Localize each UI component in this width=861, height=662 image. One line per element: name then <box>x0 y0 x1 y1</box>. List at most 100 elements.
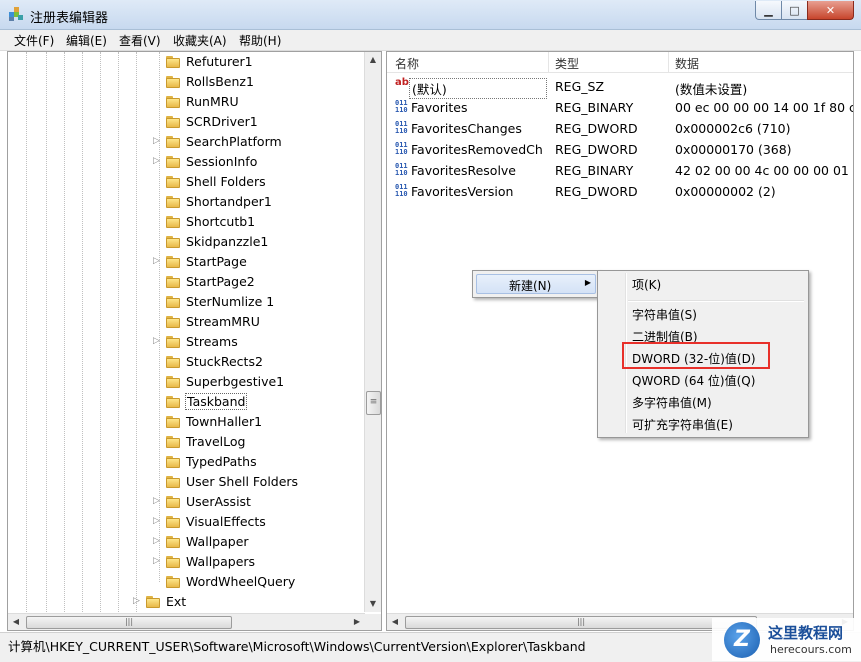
minimize-icon: ▁ <box>764 3 773 17</box>
column-divider[interactable] <box>548 52 549 72</box>
tree-item[interactable]: Refuturer1 <box>8 52 368 72</box>
column-data[interactable]: 数据 <box>675 55 699 72</box>
tree-item-label: SterNumlize 1 <box>186 294 275 309</box>
close-button[interactable]: ✕ <box>807 1 854 20</box>
tree-item-label: Shortcutb1 <box>186 214 256 229</box>
tree-item[interactable]: ▷ SearchPlatform <box>8 132 368 152</box>
menu-help[interactable]: 帮助(H) <box>237 32 283 49</box>
expand-arrow-icon[interactable]: ▷ <box>153 256 163 267</box>
expand-arrow-icon[interactable]: ▷ <box>153 136 163 147</box>
context-menu-new[interactable]: 新建(N) ▶ <box>476 274 596 294</box>
folder-icon <box>166 256 182 268</box>
string-value-icon: ab <box>395 77 409 88</box>
value-row[interactable]: 011 110 FavoritesChanges REG_DWORD 0x000002c… <box>387 118 853 139</box>
registry-editor-icon <box>9 7 23 21</box>
binary-value-icon: 011 110 <box>395 162 408 177</box>
tree-item[interactable]: StreamMRU <box>8 312 368 332</box>
folder-icon <box>166 576 182 588</box>
submenu-item-multi-string-value[interactable]: 多字符串值(M) <box>601 392 805 412</box>
minimize-button[interactable]: ▁ <box>755 1 782 20</box>
tree-item[interactable]: ▷ VisualEffects <box>8 512 368 532</box>
tree-item-label: TypedPaths <box>186 454 257 469</box>
menu-edit[interactable]: 编辑(E) <box>64 32 109 49</box>
submenu-item-string-value[interactable]: 字符串值(S) <box>601 304 805 324</box>
expand-arrow-icon[interactable]: ▷ <box>133 596 143 607</box>
scroll-left-icon[interactable]: ◀ <box>387 614 403 630</box>
menu-file[interactable]: 文件(F) <box>12 32 56 49</box>
column-name[interactable]: 名称 <box>395 55 419 72</box>
tree-item[interactable]: Skidpanzzle1 <box>8 232 368 252</box>
column-divider[interactable] <box>668 52 669 72</box>
submenu-item-expandable-string-value[interactable]: 可扩充字符串值(E) <box>601 414 805 434</box>
tree-item[interactable]: User Shell Folders <box>8 472 368 492</box>
watermark-url: herecours.com <box>770 643 852 656</box>
tree-item[interactable]: ▷ Streams <box>8 332 368 352</box>
folder-icon <box>166 96 182 108</box>
menu-separator <box>628 300 804 302</box>
context-menu: 新建(N) ▶ <box>472 270 600 298</box>
scroll-right-icon[interactable]: ▶ <box>349 614 365 630</box>
expand-arrow-icon[interactable]: ▷ <box>153 516 163 527</box>
tree-item[interactable]: ▷ Ext <box>8 592 368 612</box>
tree-item[interactable]: TypedPaths <box>8 452 368 472</box>
value-type: REG_BINARY <box>555 163 634 178</box>
tree-item[interactable]: TownHaller1 <box>8 412 368 432</box>
value-type: REG_BINARY <box>555 100 634 115</box>
folder-icon <box>166 356 182 368</box>
expand-arrow-icon[interactable]: ▷ <box>153 496 163 507</box>
tree-item[interactable]: Shortcutb1 <box>8 212 368 232</box>
list-hscroll-thumb[interactable]: ||| <box>405 616 757 629</box>
close-icon: ✕ <box>825 3 836 17</box>
tree-horizontal-scrollbar[interactable]: ◀ ||| ▶ <box>8 613 365 630</box>
tree-item[interactable]: ▷ Wallpapers <box>8 552 368 572</box>
maximize-button[interactable]: □ <box>781 1 808 20</box>
tree-item[interactable]: ▷ SessionInfo <box>8 152 368 172</box>
submenu-item-key[interactable]: 项(K) <box>601 274 805 294</box>
scroll-left-icon[interactable]: ◀ <box>8 614 24 630</box>
tree-item-label: Wallpapers <box>186 554 256 569</box>
tree-vertical-scrollbar[interactable]: ▲ ≡ ▼ <box>364 52 381 612</box>
expand-arrow-icon[interactable]: ▷ <box>153 556 163 567</box>
tree-item[interactable]: ▷ StartPage <box>8 252 368 272</box>
tree-item[interactable]: ▷ UserAssist <box>8 492 368 512</box>
tree-item[interactable]: StuckRects2 <box>8 352 368 372</box>
expand-arrow-icon[interactable]: ▷ <box>153 536 163 547</box>
submenu-item-qword-value[interactable]: QWORD (64 位)值(Q) <box>601 370 805 390</box>
tree-item[interactable]: RunMRU <box>8 92 368 112</box>
scroll-up-icon[interactable]: ▲ <box>365 52 381 68</box>
tree-item-label: RollsBenz1 <box>186 74 254 89</box>
tree-hscroll-thumb[interactable]: ||| <box>26 616 232 629</box>
tree-item[interactable]: Shell Folders <box>8 172 368 192</box>
window-title: 注册表编辑器 <box>30 11 109 26</box>
value-row[interactable]: 011 110 FavoritesVersion REG_DWORD 0x0000000… <box>387 181 853 202</box>
tree-item[interactable]: Taskband <box>8 392 368 412</box>
tree-item[interactable]: SterNumlize 1 <box>8 292 368 312</box>
value-row[interactable]: ab (默认) REG_SZ (数值未设置) <box>387 76 853 99</box>
tree-item[interactable]: TravelLog <box>8 432 368 452</box>
tree-item[interactable]: Superbgestive1 <box>8 372 368 392</box>
tree-item[interactable]: SCRDriver1 <box>8 112 368 132</box>
folder-icon <box>166 176 182 188</box>
tree-scroll-thumb[interactable]: ≡ <box>366 391 381 415</box>
registry-tree-pane[interactable]: Refuturer1 RollsBenz1 RunMRU SCRDriver1 ▷ Sea… <box>7 51 382 631</box>
tree-item[interactable]: RollsBenz1 <box>8 72 368 92</box>
value-row[interactable]: 011 110 Favorites REG_BINARY 00 ec 00 00 00 … <box>387 97 853 118</box>
expand-arrow-icon[interactable]: ▷ <box>153 156 163 167</box>
maximize-icon: □ <box>789 3 800 17</box>
value-row[interactable]: 011 110 FavoritesResolve REG_BINARY 42 02 00… <box>387 160 853 181</box>
scroll-down-icon[interactable]: ▼ <box>365 596 381 612</box>
menu-view[interactable]: 查看(V) <box>117 32 163 49</box>
submenu-item-label: QWORD (64 位)值(Q) <box>632 374 756 388</box>
menu-favorites[interactable]: 收藏夹(A) <box>171 32 229 49</box>
tree-item[interactable]: ▷ Wallpaper <box>8 532 368 552</box>
tree-item[interactable]: StartPage2 <box>8 272 368 292</box>
expand-arrow-icon[interactable]: ▷ <box>153 336 163 347</box>
tree-item[interactable]: Shortandper1 <box>8 192 368 212</box>
tree-item-label: TownHaller1 <box>186 414 263 429</box>
tree-item[interactable]: WordWheelQuery <box>8 572 368 592</box>
value-row[interactable]: 011 110 FavoritesRemovedCh... REG_DWORD 0x00… <box>387 139 853 160</box>
tree-item-label: Refuturer1 <box>186 54 253 69</box>
tree-item-label: RunMRU <box>186 94 239 109</box>
column-type[interactable]: 类型 <box>555 55 579 72</box>
tree-item-label: WordWheelQuery <box>186 574 296 589</box>
